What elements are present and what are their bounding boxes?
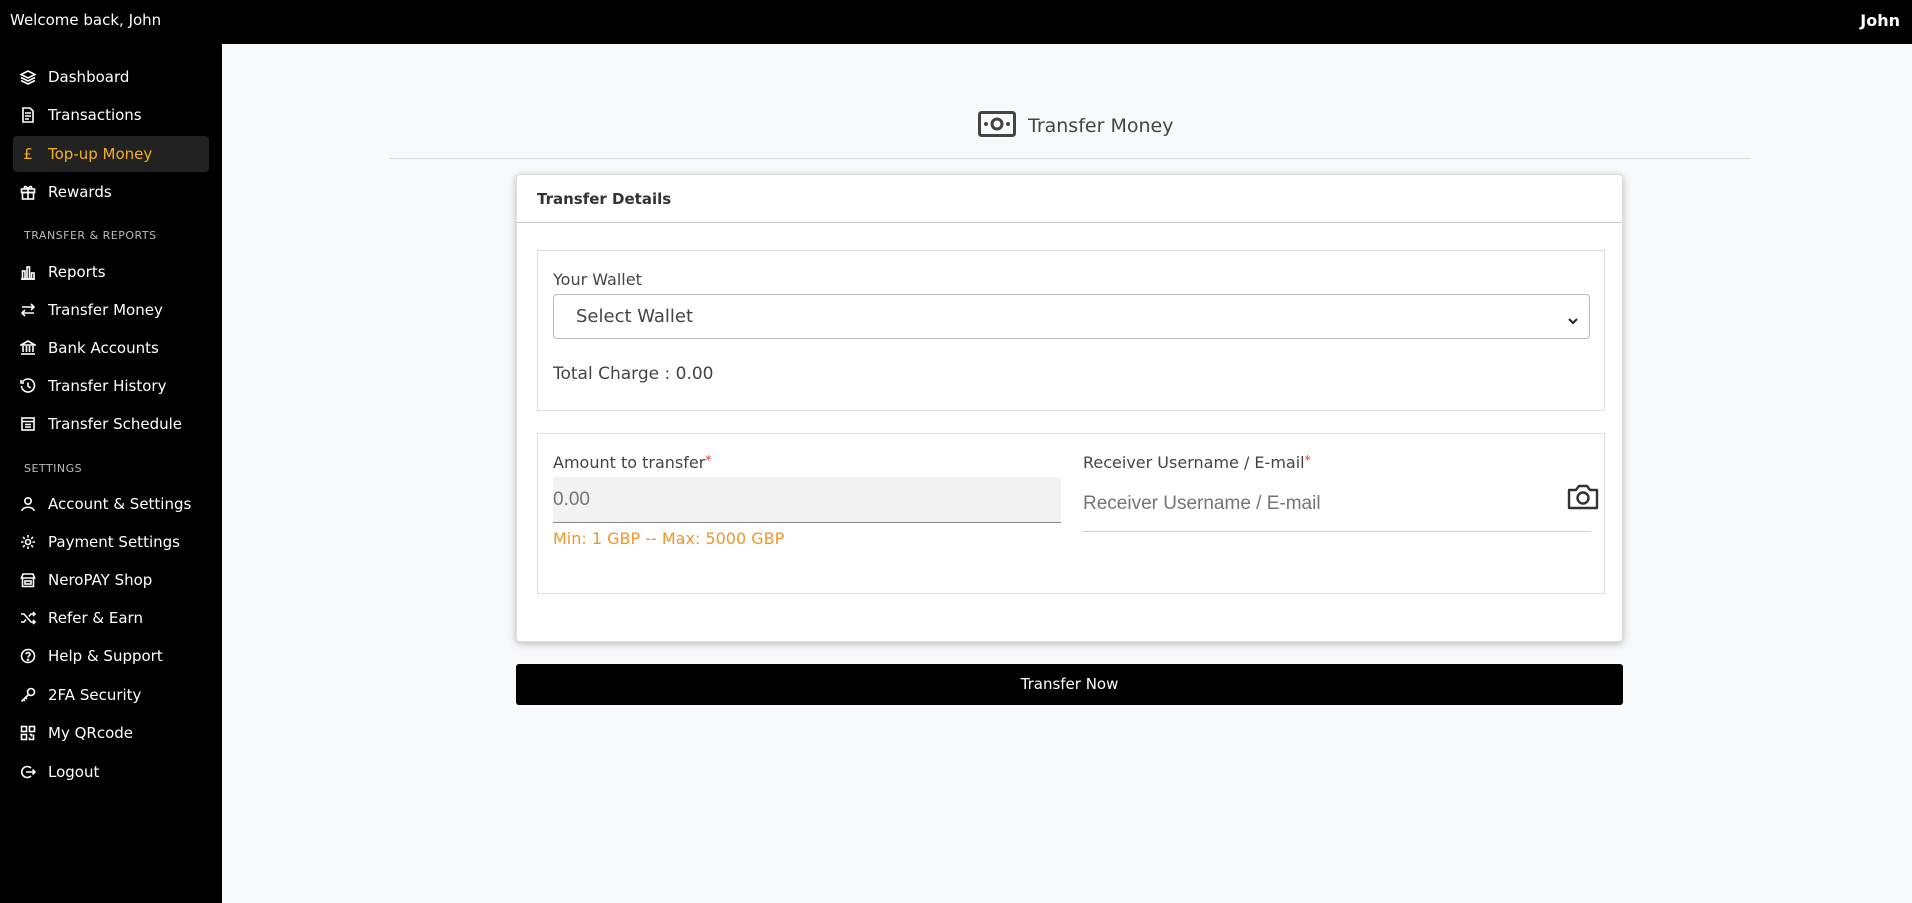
sidebar-item-label: Transfer Schedule [48, 415, 183, 433]
camera-icon[interactable] [1566, 482, 1600, 512]
sidebar-item-label: Rewards [48, 183, 112, 201]
receiver-label: Receiver Username / E-mail* [1083, 453, 1311, 472]
welcome-text: Welcome back, John [10, 11, 162, 29]
sidebar-item-label: Dashboard [48, 68, 130, 86]
sidebar-item-label: Account & Settings [48, 495, 192, 513]
sidebar-item-payment-settings[interactable]: Payment Settings [13, 524, 209, 560]
history-icon [19, 377, 37, 395]
sidebar-item-transactions[interactable]: Transactions [13, 97, 209, 133]
document-icon [19, 106, 37, 124]
sidebar-item-logout[interactable]: Logout [13, 754, 209, 790]
help-icon [19, 647, 37, 665]
card-title: Transfer Details [517, 175, 1622, 223]
sidebar-item-help-support[interactable]: Help & Support [13, 638, 209, 674]
wallet-panel: Your Wallet Select Wallet Total Charge :… [537, 250, 1605, 411]
amount-limits-hint: Min: 1 GBP -- Max: 5000 GBP [553, 529, 785, 548]
transfer-panel: Amount to transfer* Min: 1 GBP -- Max: 5… [537, 433, 1605, 594]
amount-label: Amount to transfer* [553, 453, 711, 472]
shuffle-icon [19, 609, 37, 627]
page-title: Transfer Money [1028, 115, 1174, 137]
sidebar-item-transfer-schedule[interactable]: Transfer Schedule [13, 406, 209, 442]
section-transfer-reports: TRANSFER & REPORTS [24, 229, 157, 242]
sidebar-item-account-settings[interactable]: Account & Settings [13, 486, 209, 522]
receiver-input[interactable] [1083, 477, 1591, 532]
sidebar-item-label: Transfer History [48, 377, 167, 395]
chevron-down-icon [1567, 311, 1579, 325]
sidebar-item-label: Logout [48, 763, 100, 781]
sidebar-item-transfer-money[interactable]: Transfer Money [13, 292, 209, 328]
sidebar-item-my-qrcode[interactable]: My QRcode [13, 715, 209, 751]
wallet-label: Your Wallet [553, 270, 642, 289]
wallet-select-value: Select Wallet [576, 306, 694, 327]
sidebar-item-label: Transactions [48, 106, 142, 124]
user-name[interactable]: John [1860, 11, 1900, 30]
schedule-icon [19, 415, 37, 433]
key-icon [19, 686, 37, 704]
section-settings: SETTINGS [24, 462, 83, 475]
sidebar-item-neropay-shop[interactable]: NeroPAY Shop [13, 562, 209, 598]
sidebar-item-label: My QRcode [48, 724, 133, 742]
header-divider [389, 158, 1751, 159]
sidebar-item-label: Payment Settings [48, 533, 180, 551]
amount-input[interactable] [553, 477, 1061, 523]
page-header: Transfer Money [978, 111, 1173, 141]
sidebar-item-label: Bank Accounts [48, 339, 159, 357]
sidebar-item-label: Transfer Money [48, 301, 163, 319]
sidebar-item-topup-money[interactable]: £ Top-up Money [13, 136, 209, 172]
qrcode-icon [19, 724, 37, 742]
sidebar-item-dashboard[interactable]: Dashboard [13, 59, 209, 95]
money-bill-icon [978, 111, 1028, 141]
required-mark: * [1304, 453, 1311, 467]
receiver-label-text: Receiver Username / E-mail [1083, 453, 1305, 472]
wallet-select[interactable]: Select Wallet [553, 294, 1590, 339]
required-mark: * [705, 453, 712, 467]
transfer-details-card: Transfer Details Your Wallet Select Wall… [516, 174, 1623, 642]
bar-chart-icon [19, 263, 37, 281]
layers-icon [19, 68, 37, 86]
sidebar-item-label: 2FA Security [48, 686, 142, 704]
top-bar: Welcome back, John John [0, 0, 1912, 44]
pound-icon: £ [23, 145, 33, 163]
sidebar-item-refer-earn[interactable]: Refer & Earn [13, 600, 209, 636]
sidebar-item-label: NeroPAY Shop [48, 571, 153, 589]
sidebar-item-reports[interactable]: Reports [13, 254, 209, 290]
total-charge: Total Charge : 0.00 [553, 364, 714, 384]
sidebar-item-label: Refer & Earn [48, 609, 143, 627]
sidebar-item-transfer-history[interactable]: Transfer History [13, 368, 209, 404]
sidebar-item-label: Reports [48, 263, 106, 281]
bank-icon [19, 339, 37, 357]
transfer-now-button[interactable]: Transfer Now [516, 664, 1623, 705]
gift-icon [19, 183, 37, 201]
sidebar-item-2fa-security[interactable]: 2FA Security [13, 677, 209, 713]
logout-icon [19, 763, 37, 781]
shop-icon [19, 571, 37, 589]
sidebar: Dashboard Transactions £ Top-up Money Re… [0, 44, 222, 903]
sidebar-item-label: Top-up Money [48, 145, 153, 163]
sidebar-item-rewards[interactable]: Rewards [13, 174, 209, 210]
amount-label-text: Amount to transfer [553, 453, 706, 472]
user-icon [19, 495, 37, 513]
transfer-arrows-icon [19, 301, 37, 319]
sidebar-item-label: Help & Support [48, 647, 163, 665]
gear-icon [19, 533, 37, 551]
sidebar-item-bank-accounts[interactable]: Bank Accounts [13, 330, 209, 366]
